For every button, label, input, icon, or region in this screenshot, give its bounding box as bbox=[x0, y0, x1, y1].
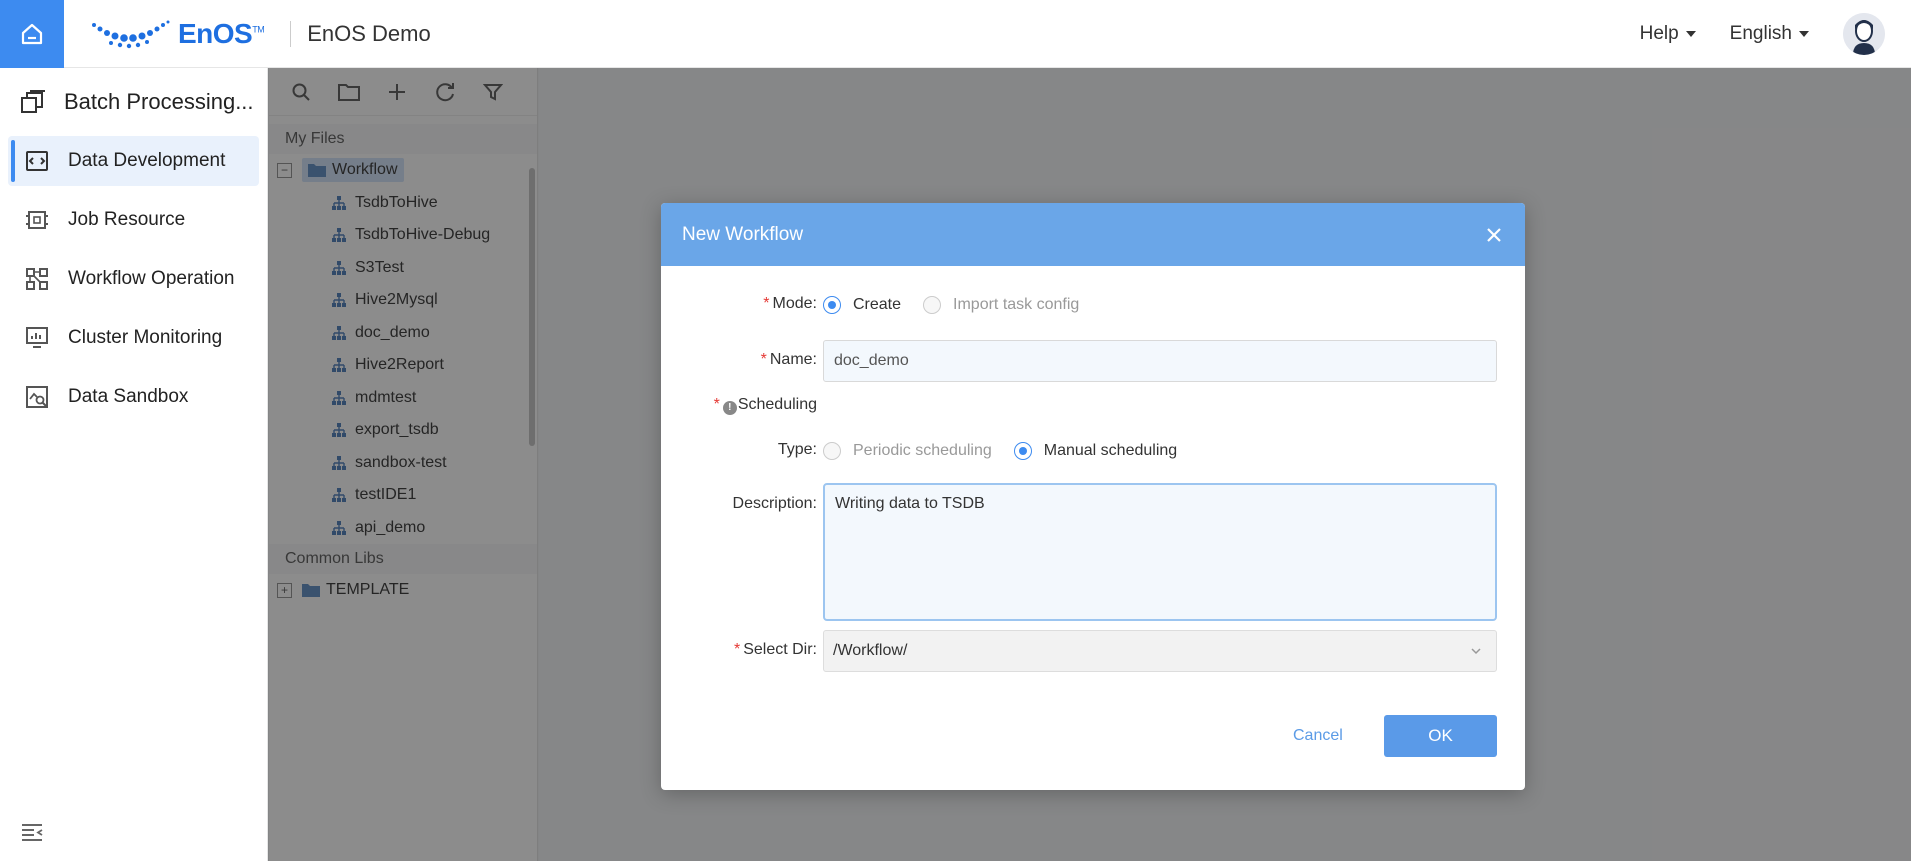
description-row: Description: Writing data to TSDB bbox=[661, 483, 1497, 621]
home-button[interactable] bbox=[0, 0, 64, 68]
side-navigation: Batch Processing... Data Development Job… bbox=[0, 68, 268, 861]
help-menu[interactable]: Help bbox=[1640, 23, 1696, 45]
monitor-icon bbox=[24, 325, 50, 351]
sandbox-icon bbox=[24, 384, 50, 410]
select-dir-value: /Workflow/ bbox=[833, 642, 908, 659]
workflow-icon bbox=[24, 266, 50, 292]
close-icon bbox=[1487, 227, 1501, 242]
radio-checked-icon bbox=[823, 296, 841, 314]
radio-unchecked-icon bbox=[923, 296, 942, 314]
scheduling-label: *! Scheduling bbox=[713, 396, 817, 415]
nav-item-cluster-monitoring[interactable]: Cluster Monitoring bbox=[8, 313, 259, 363]
home-icon bbox=[21, 23, 43, 44]
collapse-menu-button[interactable] bbox=[20, 822, 44, 847]
nav-product-header[interactable]: Batch Processing... bbox=[0, 68, 267, 136]
mode-row: * Mode: Create Import task config bbox=[661, 295, 1101, 315]
cancel-button[interactable]: Cancel bbox=[1293, 727, 1343, 745]
app-title: EnOS Demo bbox=[307, 20, 431, 46]
select-dir-label: * Select Dir: bbox=[733, 641, 817, 658]
name-input[interactable]: doc_demo bbox=[823, 340, 1497, 382]
nav-item-data-development[interactable]: Data Development bbox=[8, 136, 259, 186]
mode-create-radio[interactable]: Create bbox=[823, 296, 901, 314]
chip-icon bbox=[24, 207, 50, 233]
nav-item-job-resource[interactable]: Job Resource bbox=[8, 195, 259, 245]
ok-button[interactable]: OK bbox=[1384, 715, 1497, 757]
radio-label: Create bbox=[853, 296, 902, 313]
user-avatar-icon bbox=[1843, 12, 1885, 55]
dialog-header: New Workflow bbox=[661, 203, 1525, 266]
periodic-scheduling-radio[interactable]: Periodic scheduling bbox=[823, 442, 992, 460]
user-avatar[interactable] bbox=[1843, 12, 1885, 55]
scheduling-row: *! Scheduling bbox=[661, 396, 817, 416]
name-label: * Name: bbox=[760, 351, 817, 368]
top-header: EnOSTM EnOS Demo Help English bbox=[0, 0, 1911, 68]
nav-item-label: Data Development bbox=[68, 150, 226, 171]
description-label: Description: bbox=[732, 495, 817, 512]
dialog-title: New Workflow bbox=[682, 223, 804, 245]
help-label: Help bbox=[1639, 22, 1679, 44]
chevron-down-icon bbox=[1471, 648, 1481, 655]
description-textarea[interactable]: Writing data to TSDB bbox=[823, 483, 1497, 621]
type-label: Type: bbox=[777, 441, 817, 458]
logo-text: EnOSTM bbox=[178, 17, 265, 49]
product-switch-icon bbox=[21, 90, 45, 113]
info-icon[interactable]: ! bbox=[722, 400, 737, 415]
name-row: * Name: doc_demo bbox=[661, 340, 1497, 382]
type-row: Type: Periodic scheduling Manual schedul… bbox=[661, 441, 1199, 461]
select-dir-dropdown[interactable]: /Workflow/ bbox=[823, 630, 1497, 672]
radio-label: Import task config bbox=[953, 296, 1080, 313]
new-workflow-dialog: New Workflow * Mode: Create Import task c… bbox=[661, 203, 1525, 790]
nav-item-data-sandbox[interactable]: Data Sandbox bbox=[8, 372, 259, 422]
nav-item-label: Job Resource bbox=[68, 209, 186, 230]
radio-checked-icon bbox=[1013, 442, 1032, 460]
radio-label: Manual scheduling bbox=[1043, 442, 1178, 459]
caret-down-icon bbox=[1685, 30, 1696, 37]
language-menu[interactable]: English bbox=[1730, 23, 1809, 45]
nav-product-title: Batch Processing... bbox=[64, 89, 254, 114]
caret-down-icon bbox=[1799, 30, 1809, 37]
logo-dots-icon bbox=[92, 20, 170, 48]
manual-scheduling-radio[interactable]: Manual scheduling bbox=[1013, 442, 1178, 460]
code-window-icon bbox=[24, 148, 50, 174]
nav-item-label: Cluster Monitoring bbox=[68, 327, 223, 348]
enos-logo[interactable]: EnOSTM bbox=[90, 17, 265, 50]
radio-unchecked-icon bbox=[823, 442, 841, 460]
language-label: English bbox=[1729, 22, 1792, 44]
close-button[interactable] bbox=[1485, 226, 1503, 244]
header-divider bbox=[290, 20, 292, 47]
nav-item-label: Workflow Operation bbox=[68, 268, 235, 289]
mode-import-radio[interactable]: Import task config bbox=[923, 296, 1079, 314]
mode-label: * Mode: bbox=[763, 295, 817, 312]
nav-item-workflow-operation[interactable]: Workflow Operation bbox=[8, 254, 259, 304]
radio-label: Periodic scheduling bbox=[853, 442, 992, 459]
collapse-menu-icon bbox=[22, 824, 43, 841]
nav-item-label: Data Sandbox bbox=[68, 386, 189, 407]
select-dir-row: * Select Dir: /Workflow/ bbox=[661, 630, 1497, 672]
